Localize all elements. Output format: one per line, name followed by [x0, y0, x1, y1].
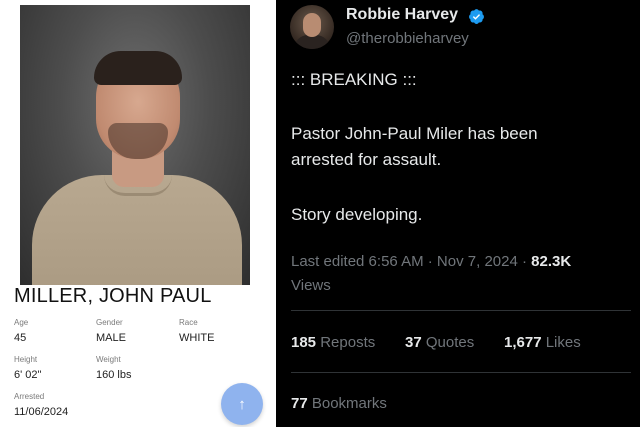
gender-label: Gender — [96, 318, 123, 327]
booking-card: MILLER, JOHN PAUL Age 45 Gender MALE Rac… — [0, 0, 274, 427]
weight-label: Weight — [96, 355, 121, 364]
height-label: Height — [14, 355, 38, 364]
age-value: 45 — [14, 332, 27, 344]
arrested-value: 11/06/2024 — [14, 406, 69, 418]
scroll-to-top-button[interactable]: ↑ — [221, 383, 263, 425]
tweet-panel: Robbie Harvey @therobbieharvey ::: BREAK… — [276, 0, 640, 427]
views-count: 82.3K — [531, 253, 572, 270]
likes-stat[interactable]: 1,677 Likes — [504, 334, 581, 351]
divider — [291, 372, 631, 373]
views-label: Views — [291, 277, 331, 294]
tweet-line-1: ::: BREAKING ::: — [291, 70, 417, 89]
reposts-stat[interactable]: 185 Reposts — [291, 334, 375, 351]
age-label: Age — [14, 318, 29, 327]
height-value: 6' 02" — [14, 369, 42, 381]
tweet-line-3: arrested for assault. — [291, 150, 442, 169]
divider — [291, 310, 631, 311]
display-name[interactable]: Robbie Harvey — [346, 6, 458, 24]
mugshot-photo — [20, 5, 250, 285]
edited-timestamp[interactable]: Last edited 6:56 AM · Nov 7, 2024 · — [291, 253, 531, 270]
tweet-meta: Last edited 6:56 AM · Nov 7, 2024 · 82.3… — [291, 250, 571, 298]
quotes-stat[interactable]: 37 Quotes — [405, 334, 474, 351]
arrested-label: Arrested — [14, 392, 45, 401]
gender-value: MALE — [96, 332, 126, 344]
user-handle[interactable]: @therobbieharvey — [346, 30, 469, 47]
inmate-name: MILLER, JOHN PAUL — [14, 285, 212, 307]
avatar[interactable] — [290, 5, 334, 49]
weight-value: 160 lbs — [96, 369, 132, 381]
race-value: WHITE — [179, 332, 215, 344]
tweet-line-4: Story developing. — [291, 205, 423, 224]
verified-badge-icon — [469, 9, 484, 24]
race-label: Race — [179, 318, 198, 327]
bookmarks-stat[interactable]: 77 Bookmarks — [291, 395, 387, 412]
arrow-up-icon: ↑ — [238, 395, 246, 413]
tweet-line-2: Pastor John-Paul Miler has been — [291, 124, 538, 143]
